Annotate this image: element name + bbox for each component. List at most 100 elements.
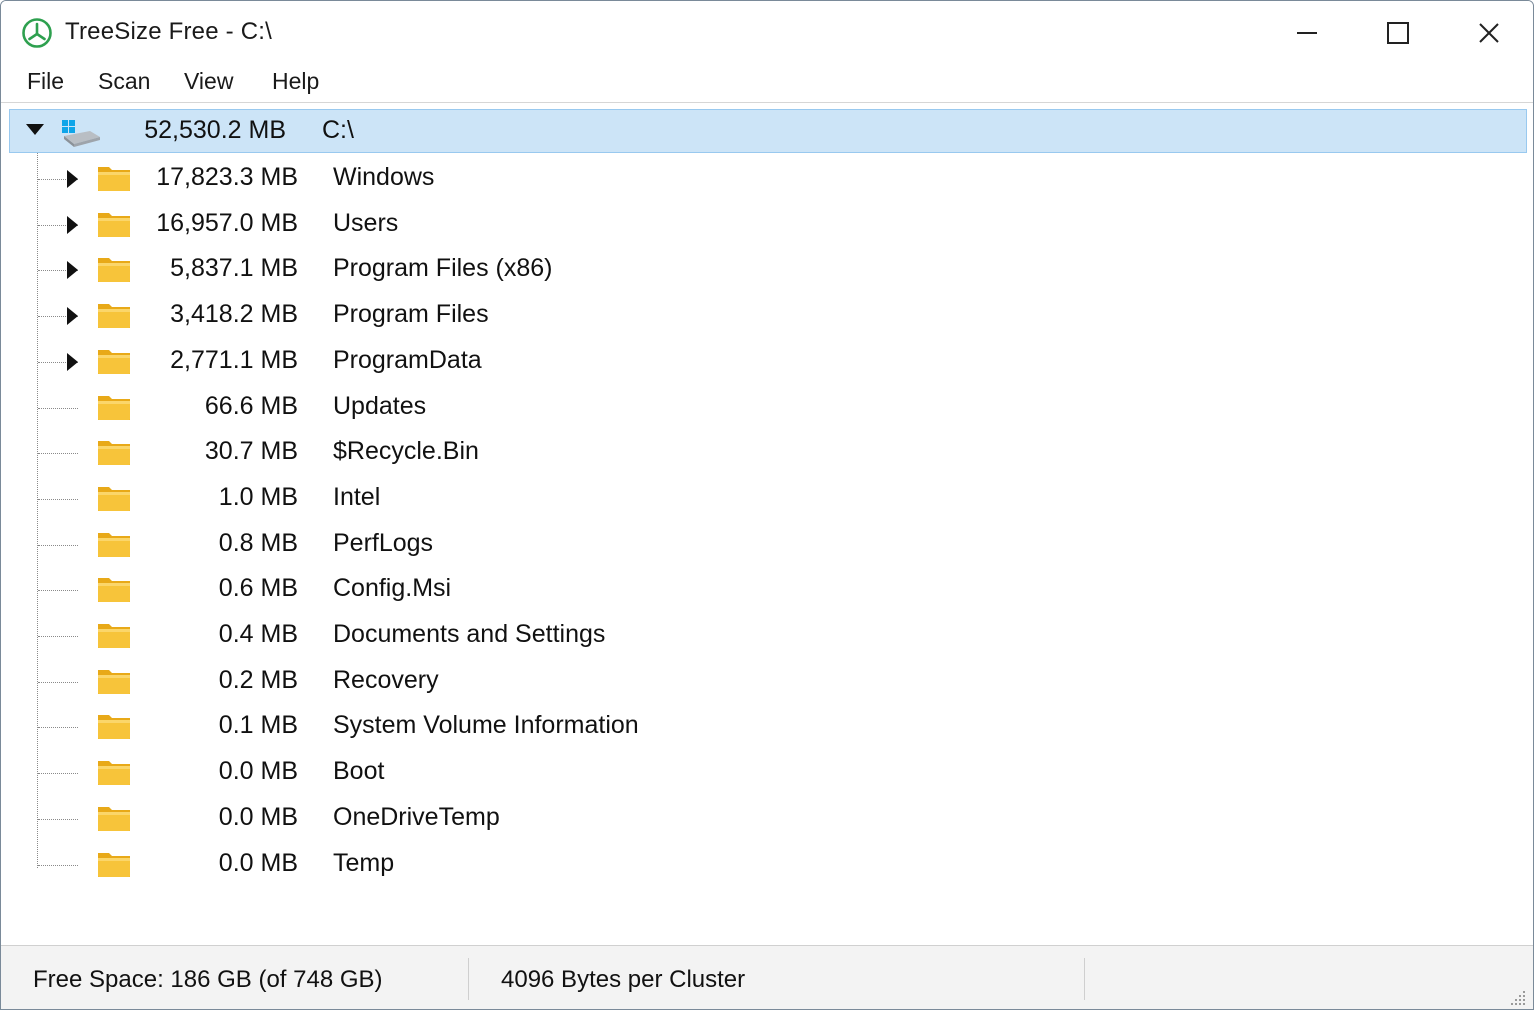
folder-name: Boot (333, 757, 385, 786)
folder-name: Users (333, 208, 399, 237)
maximize-icon (1387, 22, 1409, 44)
folder-icon (98, 669, 130, 694)
tree-row[interactable]: 17,823.3 MB Windows (1, 159, 1501, 199)
status-divider (1084, 958, 1085, 1000)
folder-size: 17,823.3 MB (156, 163, 298, 191)
folder-name: Updates (333, 391, 427, 420)
folder-icon (98, 441, 130, 466)
tree-row[interactable]: 0.0 MB OneDriveTemp (1, 799, 1501, 839)
folder-icon (98, 806, 130, 831)
folder-name: Config.Msi (333, 574, 452, 603)
menu-scan[interactable]: Scan (96, 68, 152, 95)
minimize-button[interactable] (1277, 9, 1337, 57)
folder-name: Recovery (333, 665, 439, 694)
tree-connector-line (38, 773, 78, 775)
folder-size: 0.4 MB (218, 620, 298, 648)
folder-size: 0.0 MB (218, 757, 298, 786)
folder-icon (98, 761, 130, 786)
folder-icon (98, 167, 130, 191)
resize-grip-icon[interactable] (1509, 989, 1527, 1007)
tree-row[interactable]: 30.7 MB $Recycle.Bin (1, 433, 1501, 473)
tree-row[interactable]: 0.4 MB Documents and Settings (1, 616, 1501, 656)
folder-size: 3,418.2 MB (170, 300, 298, 329)
expand-triangle-icon[interactable] (67, 307, 78, 326)
folder-size: 0.2 MB (218, 665, 298, 694)
folder-name: Program Files (333, 300, 489, 329)
folder-size: 2,771.1 MB (170, 345, 298, 374)
root-size: 52,530.2 MB (144, 116, 286, 144)
treesize-window: TreeSize Free - C:\ File Scan View Help (0, 0, 1534, 1010)
close-button[interactable] (1459, 9, 1519, 57)
title-bar[interactable]: TreeSize Free - C:\ (1, 1, 1533, 63)
folder-name: $Recycle.Bin (333, 437, 479, 466)
collapse-triangle-icon[interactable] (26, 124, 44, 135)
expand-triangle-icon[interactable] (67, 352, 78, 371)
folder-icon (98, 349, 130, 374)
folder-icon (98, 715, 130, 740)
tree-connector-line (38, 453, 78, 455)
tree-connector-line (38, 864, 78, 866)
folder-icon (98, 486, 130, 511)
folder-name: ProgramData (333, 345, 482, 374)
folder-name: Program Files (x86) (333, 254, 553, 283)
menu-help[interactable]: Help (270, 68, 321, 95)
maximize-button[interactable] (1368, 9, 1428, 57)
status-bar: Free Space: 186 GB (of 748 GB) 4096 Byte… (1, 945, 1533, 1009)
folder-name: Documents and Settings (333, 620, 606, 648)
expand-triangle-icon[interactable] (67, 170, 78, 188)
folder-name: System Volume Information (333, 711, 639, 740)
folder-tree[interactable]: 52,530.2 MB C:\ 17,823.3 MB Windows 16,957… (1, 105, 1533, 943)
free-space-status: Free Space: 186 GB (of 748 GB) (33, 966, 383, 993)
cluster-size-status: 4096 Bytes per Cluster (501, 966, 746, 993)
tree-connector-line (38, 636, 78, 637)
tree-row[interactable]: 16,957.0 MB Users (1, 205, 1501, 245)
folder-icon (98, 532, 130, 557)
folder-size: 0.0 MB (218, 848, 298, 877)
folder-name: Temp (333, 848, 395, 877)
folder-icon (98, 852, 130, 877)
menu-divider (1, 102, 1533, 103)
folder-size: 0.8 MB (218, 528, 298, 557)
tree-row[interactable]: 1.0 MB Intel (1, 479, 1501, 519)
tree-row[interactable]: 0.6 MB Config.Msi (1, 570, 1501, 610)
tree-row[interactable]: 0.1 MB System Volume Information (1, 707, 1501, 747)
tree-connector-line (38, 498, 78, 500)
folder-icon (98, 578, 130, 603)
folder-name: OneDriveTemp (333, 802, 500, 831)
tree-row[interactable]: 2,771.1 MB ProgramData (1, 342, 1501, 382)
tree-row[interactable]: 66.6 MB Updates (1, 388, 1501, 428)
tree-row[interactable]: 0.2 MB Recovery (1, 662, 1501, 702)
tree-connector-line (38, 818, 78, 820)
window-title: TreeSize Free - C:\ (65, 18, 272, 45)
expand-triangle-icon[interactable] (67, 261, 78, 280)
tree-row[interactable]: 0.0 MB Temp (1, 845, 1501, 885)
folder-icon (98, 395, 130, 420)
folder-size: 66.6 MB (204, 391, 298, 420)
folder-icon (98, 258, 130, 283)
tree-root-row[interactable]: 52,530.2 MB C:\ (9, 109, 1527, 153)
menu-file[interactable]: File (25, 68, 66, 95)
folder-size: 30.7 MB (204, 437, 298, 466)
folder-icon (98, 624, 130, 648)
folder-size: 16,957.0 MB (156, 208, 298, 237)
menu-bar: File Scan View Help (1, 63, 1533, 101)
folder-size: 0.6 MB (218, 574, 298, 603)
minimize-icon (1297, 32, 1317, 34)
tree-row[interactable]: 0.0 MB Boot (1, 753, 1501, 793)
folder-icon (98, 304, 130, 329)
folder-name: Intel (333, 482, 381, 511)
folder-size: 0.0 MB (218, 802, 298, 831)
folder-icon (98, 212, 130, 237)
tree-connector-line (38, 590, 78, 592)
treesize-app-icon (22, 18, 52, 48)
folder-size: 0.1 MB (218, 711, 298, 740)
tree-row[interactable]: 0.8 MB PerfLogs (1, 525, 1501, 565)
menu-view[interactable]: View (182, 68, 235, 95)
tree-row[interactable]: 3,418.2 MB Program Files (1, 296, 1501, 336)
tree-row[interactable]: 5,837.1 MB Program Files (x86) (1, 250, 1501, 290)
expand-triangle-icon[interactable] (67, 215, 78, 234)
tree-connector-line (38, 544, 78, 546)
root-name: C:\ (322, 116, 354, 144)
folder-name: PerfLogs (333, 528, 434, 557)
folder-name: Windows (333, 163, 435, 191)
